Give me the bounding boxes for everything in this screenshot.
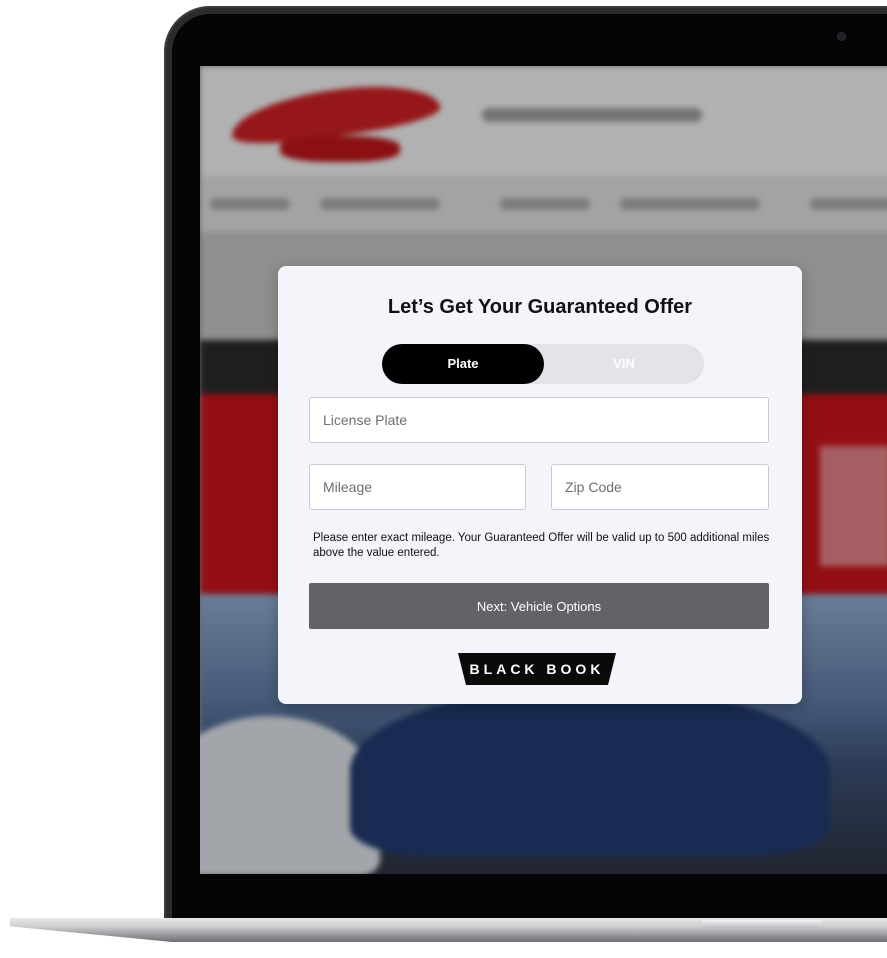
mileage-note: Please enter exact mileage. Your Guarant…	[313, 532, 770, 559]
black-book-logo-text: BLACK BOOK	[469, 661, 605, 677]
toggle-vin[interactable]: VIN	[544, 344, 704, 384]
plate-vin-toggle: Plate VIN	[382, 344, 704, 384]
next-vehicle-options-button[interactable]: Next: Vehicle Options	[309, 583, 769, 629]
guaranteed-offer-modal: Let’s Get Your Guaranteed Offer Plate VI…	[278, 266, 802, 704]
modal-title: Let’s Get Your Guaranteed Offer	[387, 296, 693, 318]
laptop-notch	[702, 920, 822, 928]
toggle-plate[interactable]: Plate	[382, 344, 544, 384]
black-book-logo-icon: BLACK BOOK	[458, 653, 616, 685]
camera-icon	[838, 33, 845, 40]
zip-code-input[interactable]	[551, 464, 769, 510]
mileage-input[interactable]	[309, 464, 526, 510]
license-plate-input[interactable]	[309, 397, 769, 443]
